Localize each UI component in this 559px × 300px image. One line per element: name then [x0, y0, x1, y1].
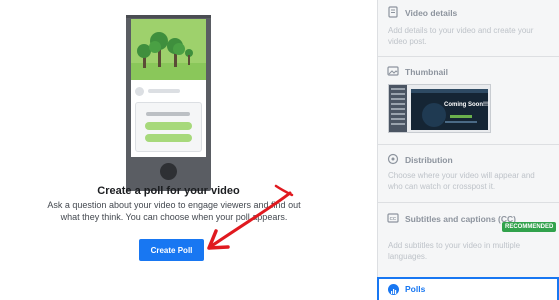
image-icon [387, 66, 399, 76]
sidebar-item-description: Add subtitles to your video in multiple … [388, 241, 521, 261]
sidebar-item-label: Distribution [405, 155, 453, 165]
phone-illustration [126, 15, 211, 191]
recommended-badge: RECOMMENDED [502, 222, 557, 232]
avatar [135, 87, 144, 96]
thumbnail-preview[interactable]: Coming Soon!!! [388, 84, 491, 133]
sidebar-item-description: Add details to your video and create you… [388, 26, 534, 46]
poll-icon [388, 284, 399, 295]
poll-option-placeholder [145, 134, 192, 142]
sidebar-item-polls[interactable]: Polls [377, 277, 559, 300]
sidebar-item-label: Video details [405, 8, 458, 18]
sidebar: Video details Add details to your video … [377, 0, 559, 300]
sidebar-item-label: Subtitles and captions (CC) [405, 214, 516, 224]
sidebar-item-subtitles[interactable]: CC Subtitles and captions (CC) Add subti… [378, 203, 559, 277]
tree-photo-illustration [131, 19, 206, 80]
create-poll-button[interactable]: Create Poll [139, 239, 204, 261]
poll-option-placeholder [145, 122, 192, 130]
sidebar-item-label: Thumbnail [405, 67, 448, 77]
sidebar-item-label: Polls [405, 284, 426, 294]
document-icon [388, 6, 398, 18]
page-title: Create a poll for your video [97, 185, 240, 197]
svg-text:CC: CC [390, 216, 397, 221]
sidebar-item-distribution[interactable]: Distribution Choose where your video wil… [378, 145, 559, 203]
sidebar-item-video-details[interactable]: Video details Add details to your video … [378, 0, 559, 57]
phone-screen [131, 19, 206, 157]
poll-question-placeholder [146, 112, 190, 116]
distribution-icon [387, 153, 399, 165]
thumbnail-caption: Coming Soon!!! [444, 102, 489, 108]
poll-main-panel: Create a poll for your video Ask a quest… [0, 0, 377, 300]
home-button-icon [160, 163, 177, 180]
cc-icon: CC [387, 213, 399, 223]
poll-description: Ask a question about your video to engag… [47, 200, 301, 222]
post-text-placeholder [148, 89, 180, 93]
sidebar-item-description: Choose where your video will appear and … [388, 171, 535, 191]
